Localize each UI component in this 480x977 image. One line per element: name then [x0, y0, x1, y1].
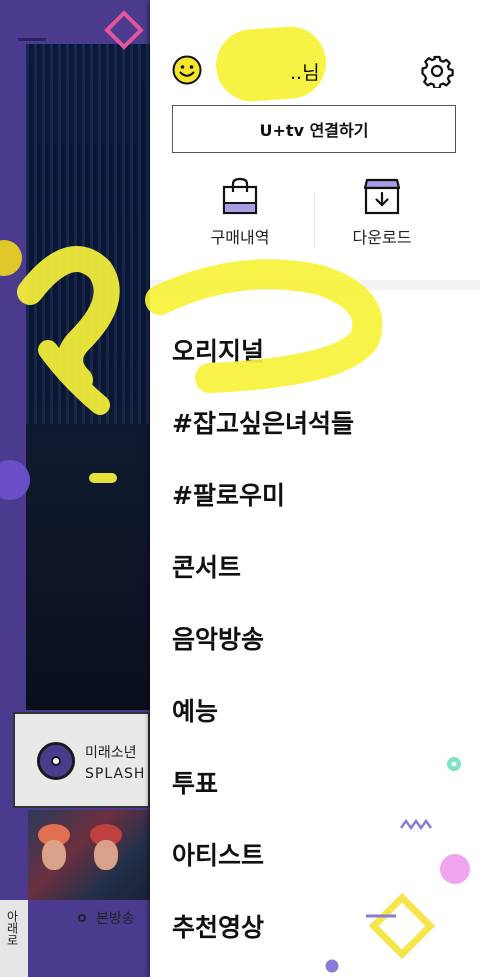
menu-item-variety[interactable]: 예능: [172, 690, 354, 762]
background-screen: 미래소년 SPLASH 아래로 본방송: [0, 0, 150, 977]
menu-item-follow-me[interactable]: #팔로우미: [172, 474, 354, 546]
quick-actions: 구매내역 다운로드: [150, 176, 480, 256]
decor-lavender-dot: [325, 959, 339, 973]
purchase-history-button[interactable]: 구매내역: [180, 176, 300, 256]
side-drawer: ..님 U+tv 연결하기 구매내역 다운로드 오리지널 #잡고싶은녀석들 #팔…: [150, 0, 480, 977]
profile-row[interactable]: [172, 52, 202, 88]
decor-yellow-diamond: [366, 892, 436, 960]
menu-item-concert[interactable]: 콘서트: [172, 546, 354, 618]
menu-item-catch-them[interactable]: #잡고싶은녀석들: [172, 402, 354, 474]
download-button[interactable]: 다운로드: [322, 176, 442, 256]
download-label: 다운로드: [352, 228, 412, 247]
video-player[interactable]: [26, 44, 150, 710]
menu-item-artist[interactable]: 아티스트: [172, 834, 354, 906]
stage-lighting: [26, 44, 150, 424]
quick-actions-divider: [314, 192, 315, 248]
live-dot-icon: [78, 914, 86, 922]
scroll-down-label[interactable]: 아래로: [4, 910, 21, 946]
track-title: SPLASH: [85, 766, 146, 782]
track-artist: 미래소년: [85, 745, 137, 761]
now-playing-card[interactable]: 미래소년 SPLASH: [13, 712, 150, 808]
thumb-figure-face: [42, 840, 66, 870]
section-separator: [150, 280, 480, 290]
purchase-history-label: 구매내역: [210, 228, 270, 247]
download-box-icon: [363, 178, 401, 215]
menu-item-original[interactable]: 오리지널: [172, 330, 354, 402]
settings-gear-icon[interactable]: [420, 54, 454, 88]
utv-connect-button[interactable]: U+tv 연결하기: [172, 105, 456, 153]
smiley-avatar-icon: [172, 55, 202, 85]
video-thumbnail[interactable]: [28, 810, 150, 900]
thumb-figure-face: [94, 840, 118, 870]
album-disc-icon: [37, 742, 75, 780]
decor-zigzag-purple: [400, 818, 433, 831]
decor-yellow-circle: [0, 240, 22, 276]
menu-item-vote[interactable]: 투표: [172, 762, 354, 834]
decor-zigzag: [18, 38, 46, 47]
decor-pink-circle: [440, 854, 470, 884]
shopping-bag-icon: [222, 177, 258, 215]
username: ..님: [290, 62, 320, 84]
menu-item-music-show[interactable]: 음악방송: [172, 618, 354, 690]
decor-mint-dot: [447, 757, 461, 771]
live-label[interactable]: 본방송: [96, 908, 135, 928]
category-menu: 오리지널 #잡고싶은녀석들 #팔로우미 콘서트 음악방송 예능 투표 아티스트 …: [172, 330, 354, 977]
